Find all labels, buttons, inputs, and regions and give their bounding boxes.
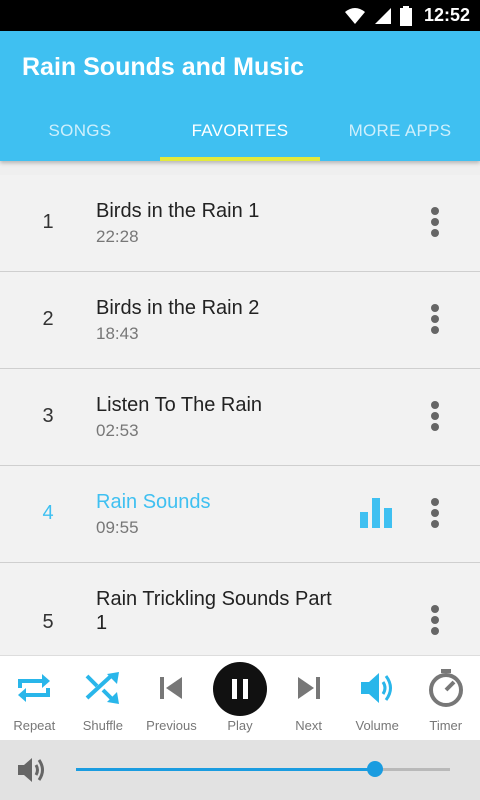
shuffle-icon (85, 672, 119, 704)
pause-icon (213, 662, 268, 716)
player-controls: Repeat Shuffle Previous Play Next Volume… (0, 655, 480, 740)
volume-bar (0, 740, 480, 800)
track-title: Birds in the Rain 1 (96, 200, 260, 222)
list-item-playing[interactable]: 4 Rain Sounds 09:55 (0, 466, 480, 563)
list-item[interactable]: 2 Birds in the Rain 2 18:43 (0, 272, 480, 369)
play-label: Play (227, 718, 253, 733)
list-item[interactable]: 5 Rain Trickling Sounds Part 1 (0, 563, 480, 655)
app-bar: Rain Sounds and Music SONGS FAVORITES MO… (0, 31, 480, 161)
song-list: 1 Birds in the Rain 1 22:28 2 Birds in t… (0, 175, 480, 655)
track-title: Listen To The Rain (96, 394, 263, 416)
skip-previous-icon (160, 677, 183, 699)
tab-favorites[interactable]: FAVORITES (160, 109, 320, 161)
track-number: 1 (42, 211, 54, 233)
wifi-icon (344, 7, 365, 24)
volume-label: Volume (355, 718, 399, 733)
list-item[interactable]: 3 Listen To The Rain 02:53 (0, 369, 480, 466)
track-title: Rain Trickling Sounds Part 1 (96, 588, 332, 634)
volume-icon (361, 673, 393, 703)
clock: 12:52 (423, 5, 470, 25)
play-pause-button[interactable]: Play (206, 656, 275, 740)
volume-button[interactable]: Volume (343, 656, 412, 740)
repeat-icon (18, 674, 51, 702)
repeat-button[interactable]: Repeat (0, 656, 69, 740)
tab-bar: SONGS FAVORITES MORE APPS (0, 109, 480, 161)
timer-icon (428, 669, 463, 707)
track-title: Birds in the Rain 2 (96, 297, 260, 319)
more-options-icon[interactable] (425, 605, 445, 639)
next-label: Next (295, 718, 322, 733)
tab-songs[interactable]: SONGS (0, 109, 160, 161)
track-number: 3 (42, 405, 54, 427)
track-duration: 22:28 (96, 227, 139, 246)
more-options-icon[interactable] (425, 207, 445, 241)
more-options-icon[interactable] (425, 401, 445, 435)
skip-next-icon (297, 677, 320, 699)
more-options-icon[interactable] (425, 304, 445, 338)
track-title: Rain Sounds (96, 491, 211, 513)
battery-icon (399, 5, 412, 26)
status-bar: 12:52 (0, 0, 480, 31)
previous-label: Previous (146, 718, 197, 733)
track-number: 5 (42, 611, 54, 633)
previous-button[interactable]: Previous (137, 656, 206, 740)
shuffle-button[interactable]: Shuffle (69, 656, 138, 740)
track-duration: 09:55 (96, 518, 139, 537)
repeat-label: Repeat (13, 718, 56, 733)
volume-slider-fill (76, 768, 376, 771)
speaker-icon (18, 758, 44, 782)
track-number: 2 (42, 308, 54, 330)
volume-slider-thumb[interactable] (367, 761, 384, 777)
track-duration: 18:43 (96, 324, 139, 343)
equalizer-icon (360, 498, 392, 528)
next-button[interactable]: Next (274, 656, 343, 740)
track-number: 4 (42, 502, 54, 524)
signal-icon (374, 7, 391, 24)
more-options-icon[interactable] (425, 498, 445, 532)
track-duration: 02:53 (96, 421, 139, 440)
shuffle-label: Shuffle (82, 718, 123, 733)
app-title: Rain Sounds and Music (22, 53, 304, 81)
timer-button[interactable]: Timer (411, 656, 480, 740)
timer-label: Timer (429, 718, 463, 733)
volume-slider[interactable] (76, 761, 450, 777)
tab-more-apps[interactable]: MORE APPS (320, 109, 480, 161)
list-item[interactable]: 1 Birds in the Rain 1 22:28 (0, 175, 480, 272)
